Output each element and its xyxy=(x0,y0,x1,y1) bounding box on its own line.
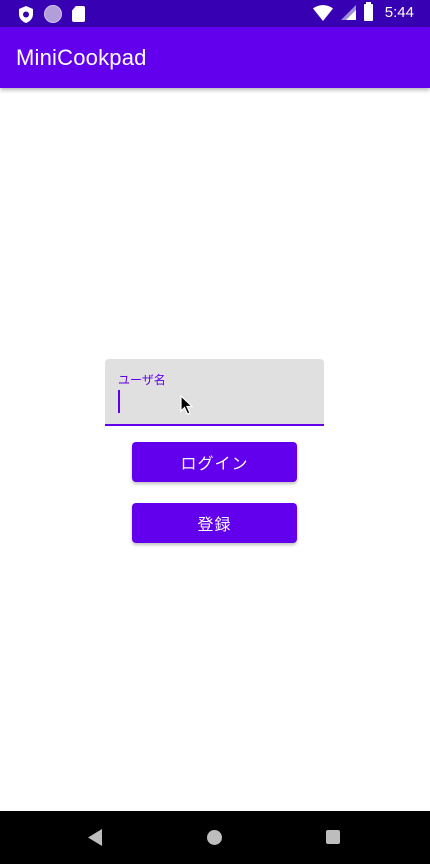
username-field[interactable]: ユーザ名 xyxy=(105,359,324,426)
app-bar: MiniCookpad xyxy=(0,27,430,88)
sd-card-icon xyxy=(72,6,85,22)
mouse-pointer-icon xyxy=(180,394,194,415)
username-label: ユーザ名 xyxy=(118,373,166,387)
text-caret xyxy=(118,390,120,413)
status-bar: 5:44 xyxy=(0,0,430,27)
login-button[interactable]: ログイン xyxy=(132,442,297,482)
username-input[interactable] xyxy=(117,388,313,414)
status-time: 5:44 xyxy=(384,4,414,21)
register-button[interactable]: 登録 xyxy=(132,503,297,543)
battery-icon xyxy=(363,2,373,21)
signal-icon xyxy=(340,5,356,20)
wifi-icon xyxy=(312,4,333,21)
circle-icon xyxy=(44,5,62,23)
app-title: MiniCookpad xyxy=(16,45,147,70)
home-icon[interactable] xyxy=(207,830,222,845)
back-icon[interactable] xyxy=(88,829,104,846)
shield-icon xyxy=(18,5,34,23)
navigation-bar xyxy=(0,811,430,864)
recents-icon[interactable] xyxy=(326,830,340,844)
